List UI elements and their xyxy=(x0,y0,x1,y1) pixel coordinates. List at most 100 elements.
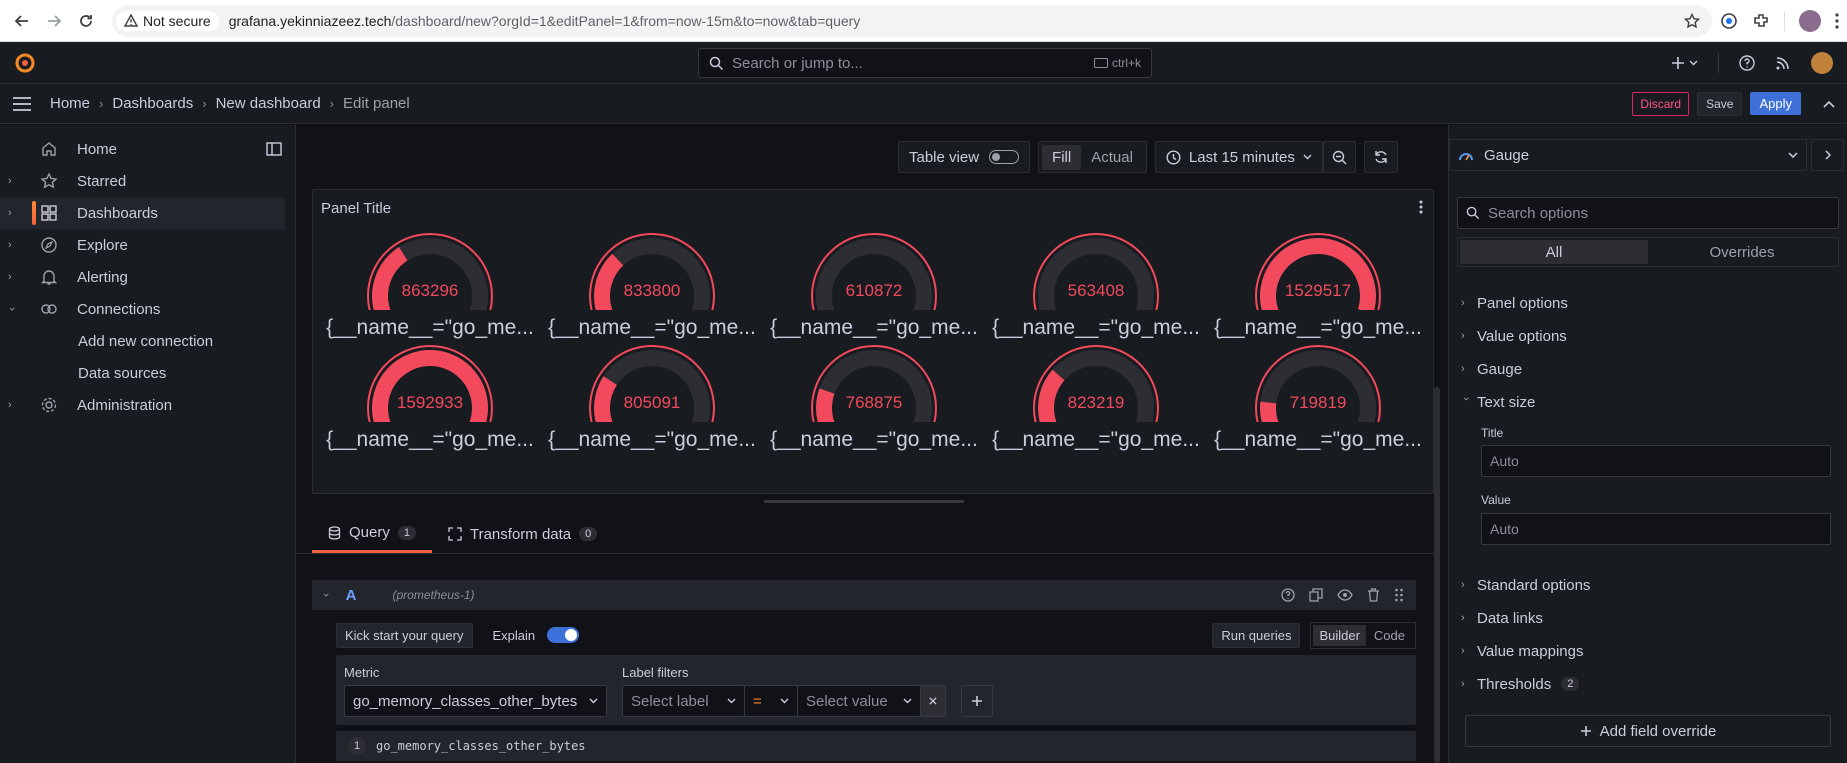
sidebar-item-administration[interactable]: › Administration xyxy=(0,389,295,421)
gauge: 863296 {__name__="go_me... xyxy=(319,230,541,350)
zoom-out-button[interactable] xyxy=(1322,141,1356,173)
chevron-right-icon[interactable]: › xyxy=(8,175,12,187)
remove-filter-button[interactable] xyxy=(920,685,946,717)
section-gauge[interactable]: › Gauge xyxy=(1461,355,1522,383)
help-icon[interactable] xyxy=(1739,54,1755,71)
section-standard-options[interactable]: › Standard options xyxy=(1461,571,1590,599)
sidebar-item-data-sources[interactable]: Data sources xyxy=(0,357,295,389)
chevron-right-icon[interactable]: › xyxy=(8,207,12,219)
actual-button[interactable]: Actual xyxy=(1081,145,1143,170)
sidebar-item-dashboards[interactable]: › Dashboards xyxy=(0,197,285,229)
editor-scrollbar[interactable] xyxy=(1434,387,1440,763)
bell-icon xyxy=(40,270,58,285)
section-panel-options[interactable]: › Panel options xyxy=(1461,289,1568,317)
options-pane: Gauge Search options All Overrides › Pane… xyxy=(1448,125,1847,763)
security-chip[interactable]: Not secure xyxy=(116,10,219,31)
fill-button[interactable]: Fill xyxy=(1042,144,1082,170)
new-plus-icon[interactable] xyxy=(1671,56,1698,70)
section-value-mappings[interactable]: › Value mappings xyxy=(1461,637,1583,665)
sidebar-item-label: Administration xyxy=(77,396,173,414)
extensions-icon[interactable] xyxy=(1752,12,1770,30)
drag-handle-icon[interactable] xyxy=(1394,588,1404,602)
kick-start-button[interactable]: Kick start your query xyxy=(336,622,473,648)
search-options-input[interactable]: Search options xyxy=(1457,197,1839,229)
rss-news-icon[interactable] xyxy=(1775,55,1791,71)
browser-menu-icon[interactable] xyxy=(1835,12,1839,29)
section-data-links[interactable]: › Data links xyxy=(1461,604,1543,632)
grafana-logo-icon[interactable] xyxy=(14,52,36,74)
reload-icon[interactable] xyxy=(72,7,100,35)
explain-toggle[interactable] xyxy=(547,627,580,643)
sidebar-item-explore[interactable]: › Explore xyxy=(0,229,295,261)
menu-icon[interactable] xyxy=(12,96,32,112)
query-help-icon[interactable] xyxy=(1281,588,1295,602)
table-view-toggle[interactable]: Table view xyxy=(898,141,1031,173)
visualization-picker[interactable]: Gauge xyxy=(1449,139,1807,171)
sidebar-item-connections[interactable]: › Connections xyxy=(0,293,295,325)
gauge-label: {__name__="go_me... xyxy=(1214,428,1422,451)
sidebar-item-add-new-connection[interactable]: Add new connection xyxy=(0,325,295,357)
add-filter-button[interactable] xyxy=(961,685,993,717)
sidebar-item-label: Starred xyxy=(77,172,127,190)
section-value-options[interactable]: › Value options xyxy=(1461,322,1567,350)
builder-button[interactable]: Builder xyxy=(1313,624,1366,646)
forward-icon[interactable] xyxy=(40,7,68,35)
sidebar-item-starred[interactable]: › Starred xyxy=(0,165,295,197)
dock-menu-icon[interactable] xyxy=(266,142,282,156)
toggle-switch[interactable] xyxy=(989,150,1020,164)
text-size-value-input[interactable]: Auto xyxy=(1481,513,1831,545)
chevron-right-icon[interactable]: › xyxy=(8,239,12,251)
select-value-dropdown[interactable]: Select value xyxy=(797,685,921,717)
chevron-right-icon[interactable]: › xyxy=(8,399,12,411)
eye-icon[interactable] xyxy=(1337,589,1353,601)
tab-query[interactable]: Query 1 xyxy=(312,515,432,553)
apply-button[interactable]: Apply xyxy=(1750,92,1801,115)
breadcrumb-home[interactable]: Home xyxy=(50,95,90,112)
profile-avatar[interactable] xyxy=(1799,9,1821,32)
tab-all[interactable]: All xyxy=(1460,240,1648,264)
user-avatar[interactable] xyxy=(1811,51,1833,74)
save-button[interactable]: Save xyxy=(1697,91,1743,116)
panel-resize-handle[interactable] xyxy=(764,500,964,503)
section-text-size[interactable]: › Text size xyxy=(1460,388,1535,416)
collapse-query-icon[interactable]: › xyxy=(320,593,332,597)
add-field-override-button[interactable]: Add field override xyxy=(1465,715,1831,747)
chevron-right-icon: › xyxy=(1461,330,1465,342)
text-size-title-input[interactable]: Auto xyxy=(1481,445,1831,477)
address-bar[interactable]: Not secure grafana.yekinniazeez.tech/das… xyxy=(112,4,1712,37)
extension-shield-icon[interactable] xyxy=(1720,12,1738,30)
refresh-button[interactable] xyxy=(1363,141,1398,173)
gauge-label: {__name__="go_me... xyxy=(992,316,1200,339)
panel-menu-icon[interactable] xyxy=(1419,200,1423,214)
back-icon[interactable] xyxy=(8,7,36,35)
connections-icon xyxy=(41,304,57,314)
code-button[interactable]: Code xyxy=(1366,625,1413,646)
query-ref-id[interactable]: A xyxy=(346,587,357,604)
gauge-value: 805091 xyxy=(623,393,681,412)
builder-code-switch: Builder Code xyxy=(1310,621,1416,649)
collapse-chevron-up-icon[interactable] xyxy=(1823,100,1835,108)
explain-label: Explain xyxy=(492,627,536,643)
chevron-down-icon[interactable]: › xyxy=(6,307,18,311)
section-thresholds[interactable]: › Thresholds 2 xyxy=(1461,670,1580,698)
breadcrumb-dashboards[interactable]: Dashboards xyxy=(112,95,193,112)
breadcrumb-new-dashboard[interactable]: New dashboard xyxy=(216,95,321,112)
discard-button[interactable]: Discard xyxy=(1632,91,1690,116)
duplicate-query-icon[interactable] xyxy=(1309,588,1323,602)
operator-select[interactable]: = xyxy=(744,685,798,717)
metric-select[interactable]: go_memory_classes_other_bytes xyxy=(344,685,607,717)
bookmark-star-icon[interactable] xyxy=(1684,12,1700,29)
run-queries-button[interactable]: Run queries xyxy=(1212,622,1301,648)
tab-transform-data[interactable]: Transform data 0 xyxy=(432,515,613,553)
tab-overrides[interactable]: Overrides xyxy=(1648,240,1836,264)
select-label-dropdown[interactable]: Select label xyxy=(622,685,745,717)
sidebar-item-home[interactable]: Home xyxy=(0,133,295,165)
gauge-value: 719819 xyxy=(1289,393,1347,412)
chevron-right-icon[interactable]: › xyxy=(8,271,12,283)
collapse-options-button[interactable] xyxy=(1811,139,1844,171)
sidebar-item-label: Alerting xyxy=(77,268,128,286)
search-input[interactable]: Search or jump to... ctrl+k xyxy=(698,48,1152,78)
trash-icon[interactable] xyxy=(1367,588,1380,602)
time-range-picker[interactable]: Last 15 minutes xyxy=(1154,141,1323,173)
sidebar-item-alerting[interactable]: › Alerting xyxy=(0,261,295,293)
